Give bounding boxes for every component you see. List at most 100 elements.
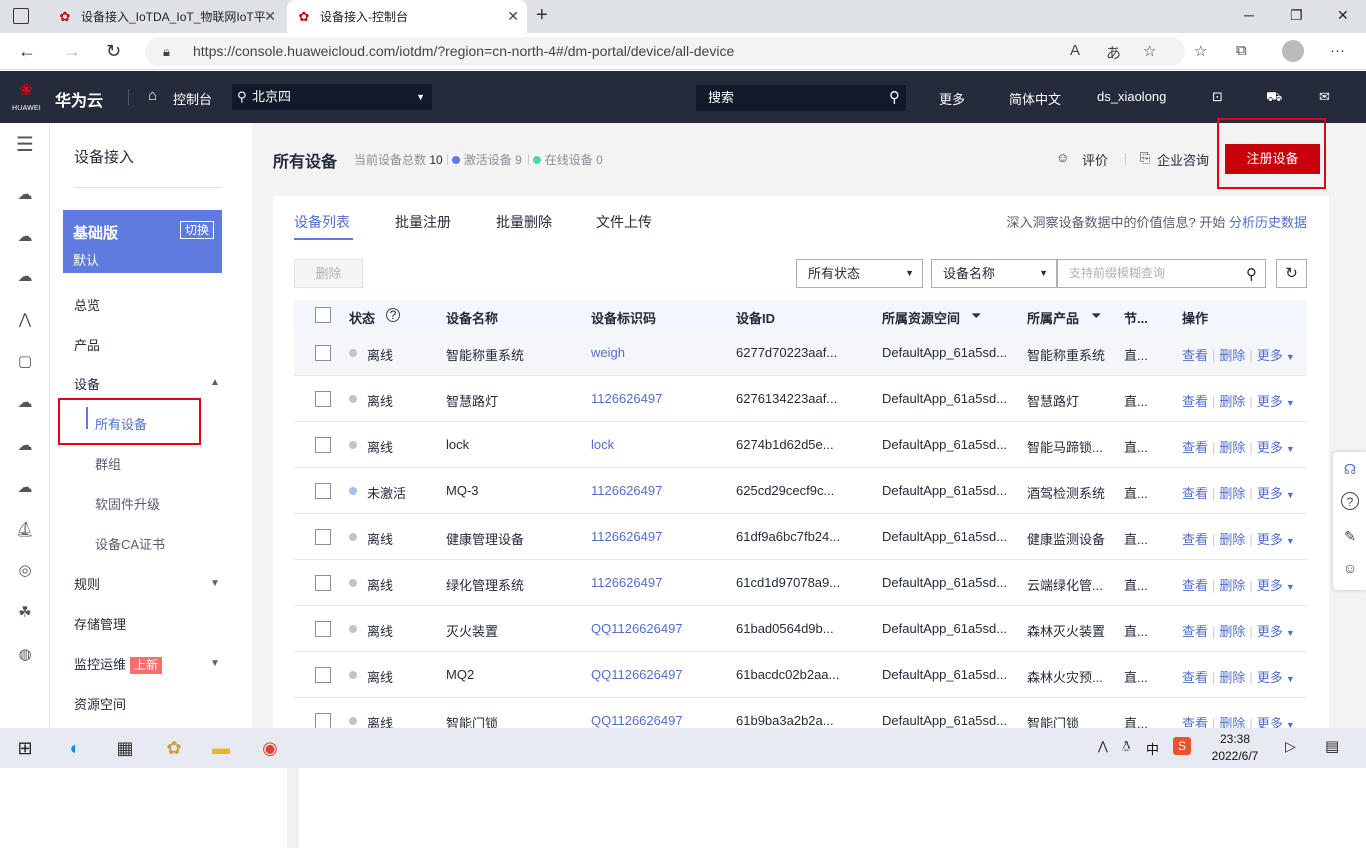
more-link[interactable]: 更多 <box>1257 394 1283 409</box>
consult-link[interactable]: 企业咨询 <box>1157 150 1209 169</box>
view-link[interactable]: 查看 <box>1182 348 1208 363</box>
cell-node-id[interactable]: weigh <box>591 345 625 360</box>
terminal-icon[interactable]: ⊡ <box>1212 89 1223 105</box>
ip-icon[interactable]: ◎ <box>15 561 35 581</box>
table-row[interactable]: 离线 健康管理设备 1126626497 61df9a6bc7fb24... Defau… <box>294 514 1307 560</box>
delete-link[interactable]: 删除 <box>1219 348 1245 363</box>
paint-icon[interactable]: ✿ <box>162 736 186 760</box>
cart-icon[interactable]: ⛟ <box>1266 89 1282 107</box>
database-icon[interactable]: ☁ <box>15 267 35 287</box>
status-filter-select[interactable]: 所有状态 ▼ <box>796 259 923 288</box>
view-link[interactable]: 查看 <box>1182 670 1208 685</box>
row-checkbox[interactable] <box>315 483 331 499</box>
delete-link[interactable]: 删除 <box>1219 440 1245 455</box>
browser-menu-icon[interactable]: ··· <box>1330 42 1345 59</box>
windows-start-icon[interactable]: ⊞ <box>13 736 37 760</box>
tab-device-list[interactable]: 设备列表 <box>294 212 350 232</box>
plan-switch-button[interactable]: 切换 <box>179 221 214 239</box>
headset-icon[interactable]: ☊ <box>1341 460 1359 478</box>
home-icon[interactable]: ⌂ <box>148 87 157 104</box>
row-checkbox[interactable] <box>315 667 331 683</box>
row-checkbox[interactable] <box>315 437 331 453</box>
delete-button[interactable]: 删除 <box>294 259 363 288</box>
rate-link[interactable]: 评价 <box>1082 150 1108 169</box>
region-select[interactable]: ⚲ 北京四 ▼ <box>232 84 432 110</box>
field-filter-select[interactable]: 设备名称 ▼ <box>931 259 1057 288</box>
more-link[interactable]: 更多 <box>1257 624 1283 639</box>
ime-indicator[interactable]: 中 <box>1146 739 1159 758</box>
table-row[interactable]: 离线 智慧路灯 1126626497 6276134223aaf... DefaultA… <box>294 376 1307 422</box>
more-link[interactable]: 更多 <box>1257 578 1283 593</box>
table-row[interactable]: 离线 lock lock 6274b1d62d5e... DefaultApp_61a5… <box>294 422 1307 468</box>
tab-actions-icon[interactable] <box>13 8 29 24</box>
forward-icon[interactable]: → <box>63 41 81 62</box>
table-row[interactable]: 离线 MQ2 QQ1126626497 61bacdc02b2aa... Default… <box>294 652 1307 698</box>
sidebar-item-monitoring[interactable]: 监控运维 上新 <box>74 654 163 674</box>
delete-link[interactable]: 删除 <box>1219 532 1245 547</box>
edge-browser-icon[interactable]: ◐ <box>63 736 87 760</box>
sogou-icon[interactable]: S <box>1173 737 1191 755</box>
sidebar-item-ca-cert[interactable]: 设备CA证书 <box>95 534 165 553</box>
more-link[interactable]: 更多 <box>1257 486 1283 501</box>
search-input[interactable]: 搜索 ⚲ <box>696 85 906 111</box>
sidebar-item-product[interactable]: 产品 <box>74 335 100 354</box>
cell-node-id[interactable]: 1126626497 <box>591 483 662 498</box>
more-link[interactable]: 更多 <box>1257 348 1283 363</box>
more-link[interactable]: 更多 <box>1257 532 1283 547</box>
delete-link[interactable]: 删除 <box>1219 486 1245 501</box>
reload-icon[interactable]: ↻ <box>106 41 121 62</box>
translate-icon[interactable]: あ <box>1106 42 1121 63</box>
more-link[interactable]: 更多 <box>1257 440 1283 455</box>
cloud-server-icon[interactable]: ☁ <box>15 185 35 205</box>
row-checkbox[interactable] <box>315 529 331 545</box>
device-icon[interactable]: ▢ <box>15 352 35 372</box>
tab-batch-delete[interactable]: 批量删除 <box>496 212 552 232</box>
cell-node-id[interactable]: 1126626497 <box>591 529 662 544</box>
table-row[interactable]: 离线 绿化管理系统 1126626497 61cd1d97078a9... Defaul… <box>294 560 1307 606</box>
cell-node-id[interactable]: QQ1126626497 <box>591 713 683 728</box>
sidebar-item-groups[interactable]: 群组 <box>95 454 121 473</box>
view-link[interactable]: 查看 <box>1182 486 1208 501</box>
tray-chevron-up-icon[interactable]: ⋀ <box>1098 739 1108 753</box>
delete-link[interactable]: 删除 <box>1219 578 1245 593</box>
select-all-checkbox[interactable] <box>315 307 331 323</box>
url-field[interactable]: 🔒︎ https://console.huaweicloud.com/iotdm… <box>145 37 1185 66</box>
qq-icon[interactable]: 🐧︎ <box>1122 738 1131 757</box>
chevron-down-icon[interactable]: ▼ <box>210 658 220 669</box>
sidebar-item-device[interactable]: 设备 <box>74 374 100 393</box>
sidebar-item-resource-space[interactable]: 资源空间 <box>74 694 126 713</box>
table-row[interactable]: 离线 灭火装置 QQ1126626497 61bad0564d9b... Default… <box>294 606 1307 652</box>
cloud-storage-icon[interactable]: ☁ <box>15 478 35 498</box>
collections-icon[interactable]: ⧉ <box>1236 42 1247 59</box>
insight-link[interactable]: 分析历史数据 <box>1229 215 1307 230</box>
filter-icon[interactable]: ⏷ <box>971 308 981 324</box>
view-link[interactable]: 查看 <box>1182 440 1208 455</box>
notification-icon[interactable]: ▤ <box>1325 737 1339 755</box>
user-menu[interactable]: ds_xiaolong <box>1097 89 1166 104</box>
chrome-icon[interactable]: ◉ <box>258 736 282 760</box>
table-row[interactable]: 离线 智能称重系统 weigh 6277d70223aaf... DefaultApp_… <box>294 330 1307 376</box>
console-link[interactable]: 控制台 <box>173 89 212 108</box>
cluster-icon[interactable]: ☘ <box>15 603 35 623</box>
search-icon[interactable]: ⚲ <box>1246 261 1257 288</box>
row-checkbox[interactable] <box>315 391 331 407</box>
browser-tab-2[interactable]: ✿ 设备接入-控制台 ✕ <box>287 0 527 33</box>
consult-icon[interactable]: ⎘ <box>1140 150 1150 166</box>
cloud-service-icon[interactable]: ☁ <box>15 393 35 413</box>
network-icon[interactable]: ⋀ <box>15 310 35 330</box>
smile-icon[interactable]: ☺ <box>1341 559 1359 577</box>
chevron-down-icon[interactable]: ▼ <box>210 578 220 589</box>
cloud-upload-icon[interactable]: ☁ <box>15 436 35 456</box>
back-icon[interactable]: ← <box>18 41 36 62</box>
sidebar-item-storage[interactable]: 存储管理 <box>74 614 126 633</box>
new-tab-icon[interactable]: + <box>536 4 548 27</box>
cell-node-id[interactable]: 1126626497 <box>591 575 662 590</box>
brand-name[interactable]: 华为云 <box>55 87 103 111</box>
sidebar-item-rules[interactable]: 规则 <box>74 574 100 593</box>
file-explorer-icon[interactable]: ▬ <box>209 736 233 760</box>
filter-icon[interactable]: ⏷ <box>1091 308 1101 324</box>
row-checkbox[interactable] <box>315 575 331 591</box>
help-icon[interactable]: ? <box>386 308 400 322</box>
mail-icon[interactable]: ✉ <box>1319 89 1330 105</box>
more-link[interactable]: 更多 <box>1257 670 1283 685</box>
